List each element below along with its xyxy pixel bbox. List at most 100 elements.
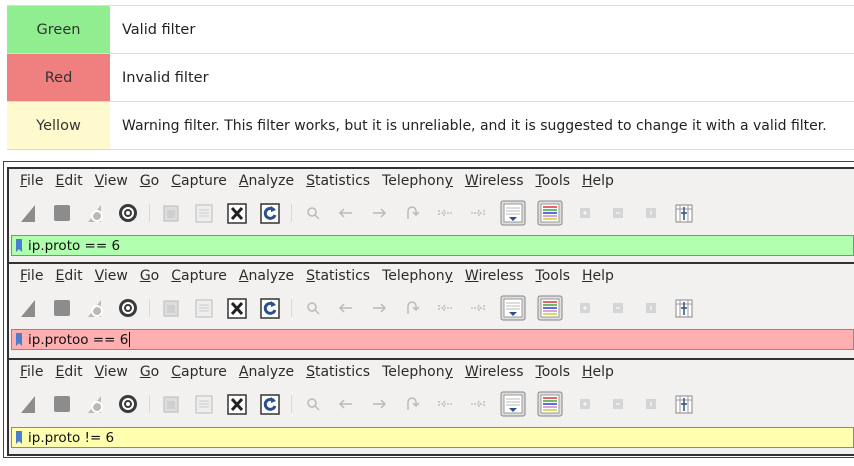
go-to-packet-icon[interactable] [400, 201, 424, 225]
find-icon[interactable] [301, 296, 325, 320]
menu-wireless[interactable]: Wireless [465, 173, 524, 189]
menu-statistics[interactable]: Statistics [306, 173, 370, 189]
zoom-in-icon[interactable] [573, 296, 597, 320]
go-back-icon[interactable] [334, 201, 358, 225]
colorize-icon[interactable] [536, 199, 564, 227]
find-icon[interactable] [301, 392, 325, 416]
capture-options-icon[interactable] [116, 296, 140, 320]
menu-view[interactable]: View [95, 268, 128, 284]
go-back-icon[interactable] [334, 296, 358, 320]
menu-telephony[interactable]: Telephony [382, 268, 453, 284]
stop-capture-icon[interactable] [50, 296, 74, 320]
normal-size-icon[interactable] [639, 296, 663, 320]
auto-scroll-icon[interactable] [499, 294, 527, 322]
capture-options-icon[interactable] [116, 392, 140, 416]
start-capture-icon[interactable] [17, 296, 41, 320]
first-packet-icon[interactable] [433, 392, 457, 416]
menu-capture[interactable]: Capture [171, 173, 227, 189]
go-forward-icon[interactable] [367, 201, 391, 225]
normal-size-icon[interactable] [639, 201, 663, 225]
display-filter-input[interactable]: ip.protoo == 6 [28, 332, 128, 348]
resize-columns-icon[interactable] [672, 392, 696, 416]
save-file-icon[interactable] [192, 296, 216, 320]
colorize-icon[interactable] [536, 390, 564, 418]
go-forward-icon[interactable] [367, 392, 391, 416]
go-to-packet-icon[interactable] [400, 392, 424, 416]
open-file-icon[interactable] [159, 201, 183, 225]
menu-go[interactable]: Go [140, 268, 159, 284]
menu-view[interactable]: View [95, 364, 128, 380]
zoom-out-icon[interactable] [606, 392, 630, 416]
menu-file[interactable]: File [20, 268, 43, 284]
zoom-in-icon[interactable] [573, 201, 597, 225]
save-file-icon[interactable] [192, 392, 216, 416]
menu-edit[interactable]: Edit [55, 364, 82, 380]
menu-capture[interactable]: Capture [171, 364, 227, 380]
menu-statistics[interactable]: Statistics [306, 364, 370, 380]
menu-view[interactable]: View [95, 173, 128, 189]
menu-analyze[interactable]: Analyze [239, 173, 294, 189]
first-packet-icon[interactable] [433, 296, 457, 320]
last-packet-icon[interactable] [466, 392, 490, 416]
close-file-icon[interactable] [225, 201, 249, 225]
menu-wireless[interactable]: Wireless [465, 268, 524, 284]
reload-file-icon[interactable] [258, 296, 282, 320]
menu-file[interactable]: File [20, 364, 43, 380]
last-packet-icon[interactable] [466, 296, 490, 320]
restart-capture-icon[interactable] [83, 296, 107, 320]
menu-tools[interactable]: Tools [536, 364, 571, 380]
auto-scroll-icon[interactable] [499, 199, 527, 227]
restart-capture-icon[interactable] [83, 392, 107, 416]
menu-telephony[interactable]: Telephony [382, 173, 453, 189]
menu-go[interactable]: Go [140, 173, 159, 189]
bookmark-icon[interactable] [16, 431, 22, 444]
menu-analyze[interactable]: Analyze [239, 364, 294, 380]
find-icon[interactable] [301, 201, 325, 225]
open-file-icon[interactable] [159, 392, 183, 416]
start-capture-icon[interactable] [17, 201, 41, 225]
bookmark-icon[interactable] [16, 333, 22, 346]
save-file-icon[interactable] [192, 201, 216, 225]
bookmark-icon[interactable] [16, 239, 22, 252]
display-filter-bar[interactable]: ip.proto != 6 [11, 427, 854, 448]
go-back-icon[interactable] [334, 392, 358, 416]
zoom-out-icon[interactable] [606, 201, 630, 225]
reload-file-icon[interactable] [258, 201, 282, 225]
close-file-icon[interactable] [225, 296, 249, 320]
menu-statistics[interactable]: Statistics [306, 268, 370, 284]
auto-scroll-icon[interactable] [499, 390, 527, 418]
reload-file-icon[interactable] [258, 392, 282, 416]
menu-help[interactable]: Help [582, 173, 614, 189]
resize-columns-icon[interactable] [672, 296, 696, 320]
stop-capture-icon[interactable] [50, 392, 74, 416]
resize-columns-icon[interactable] [672, 201, 696, 225]
go-forward-icon[interactable] [367, 296, 391, 320]
menu-wireless[interactable]: Wireless [465, 364, 524, 380]
start-capture-icon[interactable] [17, 392, 41, 416]
menu-go[interactable]: Go [140, 364, 159, 380]
go-to-packet-icon[interactable] [400, 296, 424, 320]
menu-help[interactable]: Help [582, 364, 614, 380]
menu-file[interactable]: File [20, 173, 43, 189]
close-file-icon[interactable] [225, 392, 249, 416]
capture-options-icon[interactable] [116, 201, 140, 225]
zoom-out-icon[interactable] [606, 296, 630, 320]
display-filter-input[interactable]: ip.proto != 6 [28, 430, 114, 446]
menu-telephony[interactable]: Telephony [382, 364, 453, 380]
last-packet-icon[interactable] [466, 201, 490, 225]
restart-capture-icon[interactable] [83, 201, 107, 225]
open-file-icon[interactable] [159, 296, 183, 320]
menu-help[interactable]: Help [582, 268, 614, 284]
menu-edit[interactable]: Edit [55, 268, 82, 284]
colorize-icon[interactable] [536, 294, 564, 322]
menu-edit[interactable]: Edit [55, 173, 82, 189]
display-filter-bar[interactable]: ip.protoo == 6 [11, 329, 854, 350]
display-filter-input[interactable]: ip.proto == 6 [28, 238, 120, 254]
stop-capture-icon[interactable] [50, 201, 74, 225]
display-filter-bar[interactable]: ip.proto == 6 [11, 235, 854, 256]
menu-capture[interactable]: Capture [171, 268, 227, 284]
normal-size-icon[interactable] [639, 392, 663, 416]
zoom-in-icon[interactable] [573, 392, 597, 416]
first-packet-icon[interactable] [433, 201, 457, 225]
menu-tools[interactable]: Tools [536, 268, 571, 284]
